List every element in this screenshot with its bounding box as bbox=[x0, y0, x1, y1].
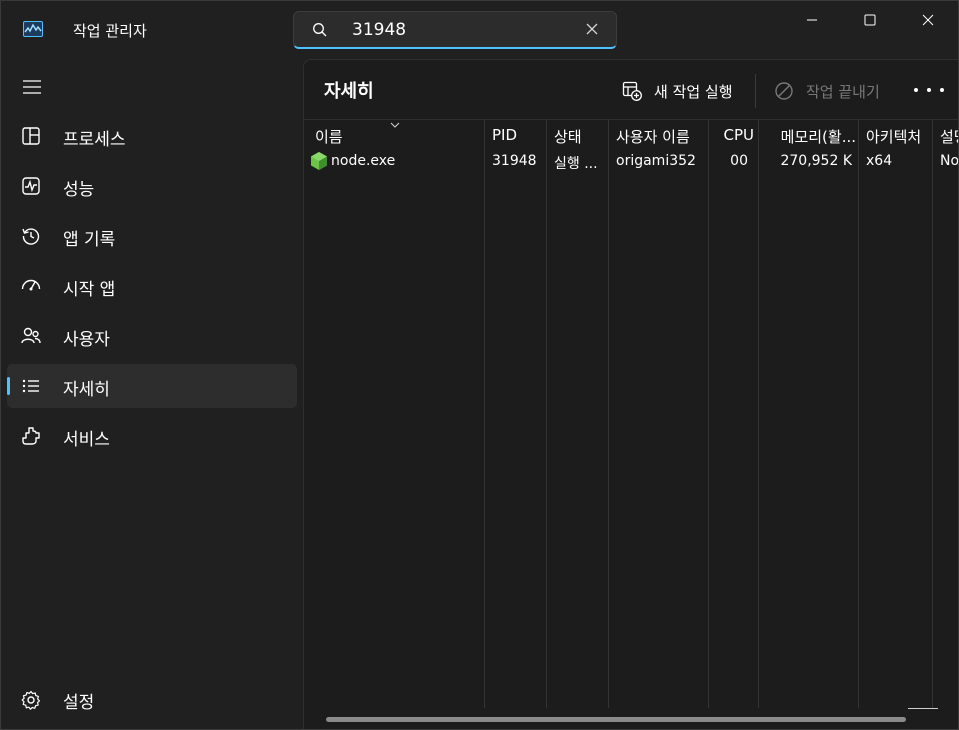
minimize-button[interactable] bbox=[783, 1, 841, 39]
sidebar-item-processes[interactable]: 프로세스 bbox=[7, 114, 297, 158]
column-divider[interactable] bbox=[546, 120, 547, 708]
scroll-corner-mark bbox=[908, 708, 938, 709]
sidebar-item-label: 자세히 bbox=[63, 380, 110, 400]
run-new-task-button[interactable]: 새 작업 실행 bbox=[622, 76, 733, 106]
end-task-label: 작업 끝내기 bbox=[806, 82, 880, 101]
search-box[interactable]: 31948 bbox=[293, 11, 617, 49]
column-divider[interactable] bbox=[932, 120, 933, 708]
block-icon bbox=[775, 82, 793, 100]
cell-user[interactable]: origami352 bbox=[616, 153, 706, 169]
sidebar-item-label: 앱 기록 bbox=[63, 230, 116, 250]
command-separator bbox=[755, 74, 756, 108]
more-dot-icon bbox=[914, 88, 918, 92]
more-dot-icon bbox=[940, 88, 944, 92]
maximize-button[interactable] bbox=[841, 1, 899, 39]
sidebar-item-label: 서비스 bbox=[63, 430, 110, 450]
task-manager-app-icon bbox=[23, 21, 43, 37]
sidebar-item-label: 사용자 bbox=[63, 330, 110, 350]
run-task-icon bbox=[622, 81, 642, 101]
sidebar-item-startup-apps[interactable]: 시작 앱 bbox=[7, 264, 297, 308]
sidebar-item-users[interactable]: 사용자 bbox=[7, 314, 297, 358]
column-header-cpu[interactable]: CPU bbox=[716, 126, 755, 144]
cell-description[interactable]: No bbox=[940, 153, 958, 169]
sidebar-item-settings[interactable]: 설정 bbox=[7, 678, 297, 722]
column-header-status[interactable]: 상태 bbox=[554, 126, 606, 147]
page-title: 자세히 bbox=[324, 81, 374, 102]
column-header-user[interactable]: 사용자 이름 bbox=[616, 126, 706, 147]
sidebar-item-label: 프로세스 bbox=[63, 130, 126, 150]
startup-apps-icon bbox=[21, 279, 41, 291]
cell-architecture[interactable]: x64 bbox=[866, 153, 930, 169]
sidebar-item-label: 시작 앱 bbox=[63, 280, 116, 300]
services-icon bbox=[22, 427, 40, 445]
sidebar-item-details[interactable]: 자세히 bbox=[7, 364, 297, 408]
cell-pid[interactable]: 31948 bbox=[492, 153, 542, 169]
app-title: 작업 관리자 bbox=[73, 22, 147, 40]
sidebar-item-app-history[interactable]: 앱 기록 bbox=[7, 214, 297, 258]
cell-name[interactable]: node.exe bbox=[331, 153, 481, 169]
settings-label: 설정 bbox=[63, 693, 95, 713]
column-divider[interactable] bbox=[484, 120, 485, 708]
sidebar-nav: 프로세스 성능 앱 기록 시작 앱 사용자 자세히 서비스 bbox=[7, 114, 297, 464]
column-header-pid[interactable]: PID bbox=[492, 126, 542, 144]
maximize-icon bbox=[864, 14, 876, 26]
column-divider[interactable] bbox=[858, 120, 859, 708]
task-manager-window: 작업 관리자 31948 프로세스 성능 앱 기록 시작 앱 사용자 자세히 서… bbox=[0, 0, 959, 730]
horizontal-scrollbar[interactable] bbox=[326, 717, 906, 722]
minimize-icon bbox=[807, 19, 817, 21]
sidebar-item-services[interactable]: 서비스 bbox=[7, 414, 297, 458]
users-icon bbox=[21, 327, 41, 344]
search-input[interactable]: 31948 bbox=[352, 20, 406, 40]
clear-search-icon[interactable] bbox=[584, 21, 600, 37]
performance-icon bbox=[22, 177, 40, 195]
column-header-architecture[interactable]: 아키텍처 bbox=[866, 126, 930, 147]
sidebar-item-label: 성능 bbox=[63, 180, 95, 200]
column-divider[interactable] bbox=[758, 120, 759, 708]
process-table: 이름 PID 상태 사용자 이름 CPU 메모리(활... 아키텍처 설명 no… bbox=[304, 120, 958, 710]
title-bar: 작업 관리자 31948 bbox=[1, 1, 958, 59]
details-icon bbox=[22, 379, 39, 393]
column-header-name[interactable]: 이름 bbox=[315, 126, 475, 147]
column-divider[interactable] bbox=[608, 120, 609, 708]
column-header-description[interactable]: 설명 bbox=[940, 126, 958, 147]
cell-memory[interactable]: 270,952 K bbox=[764, 153, 852, 169]
nodejs-icon bbox=[311, 152, 327, 170]
gear-icon bbox=[21, 690, 41, 710]
more-options-button[interactable] bbox=[914, 80, 944, 100]
close-button[interactable] bbox=[899, 1, 957, 39]
column-header-memory[interactable]: 메모리(활... bbox=[764, 126, 856, 147]
app-history-icon bbox=[22, 228, 40, 245]
cell-status[interactable]: 실행 ... bbox=[554, 153, 606, 173]
more-dot-icon bbox=[927, 88, 931, 92]
end-task-button[interactable]: 작업 끝내기 bbox=[774, 76, 880, 106]
sidebar-item-performance[interactable]: 성능 bbox=[7, 164, 297, 208]
cell-cpu[interactable]: 00 bbox=[716, 153, 748, 169]
processes-icon bbox=[22, 127, 40, 145]
details-panel: 자세히 새 작업 실행 작업 끝내기 이름 PID 상태 사용자 이름 CPU … bbox=[303, 59, 958, 729]
search-icon bbox=[313, 23, 327, 37]
run-task-label: 새 작업 실행 bbox=[654, 82, 733, 101]
close-icon bbox=[922, 14, 934, 26]
column-divider[interactable] bbox=[708, 120, 709, 708]
hamburger-menu-icon[interactable] bbox=[23, 79, 41, 95]
